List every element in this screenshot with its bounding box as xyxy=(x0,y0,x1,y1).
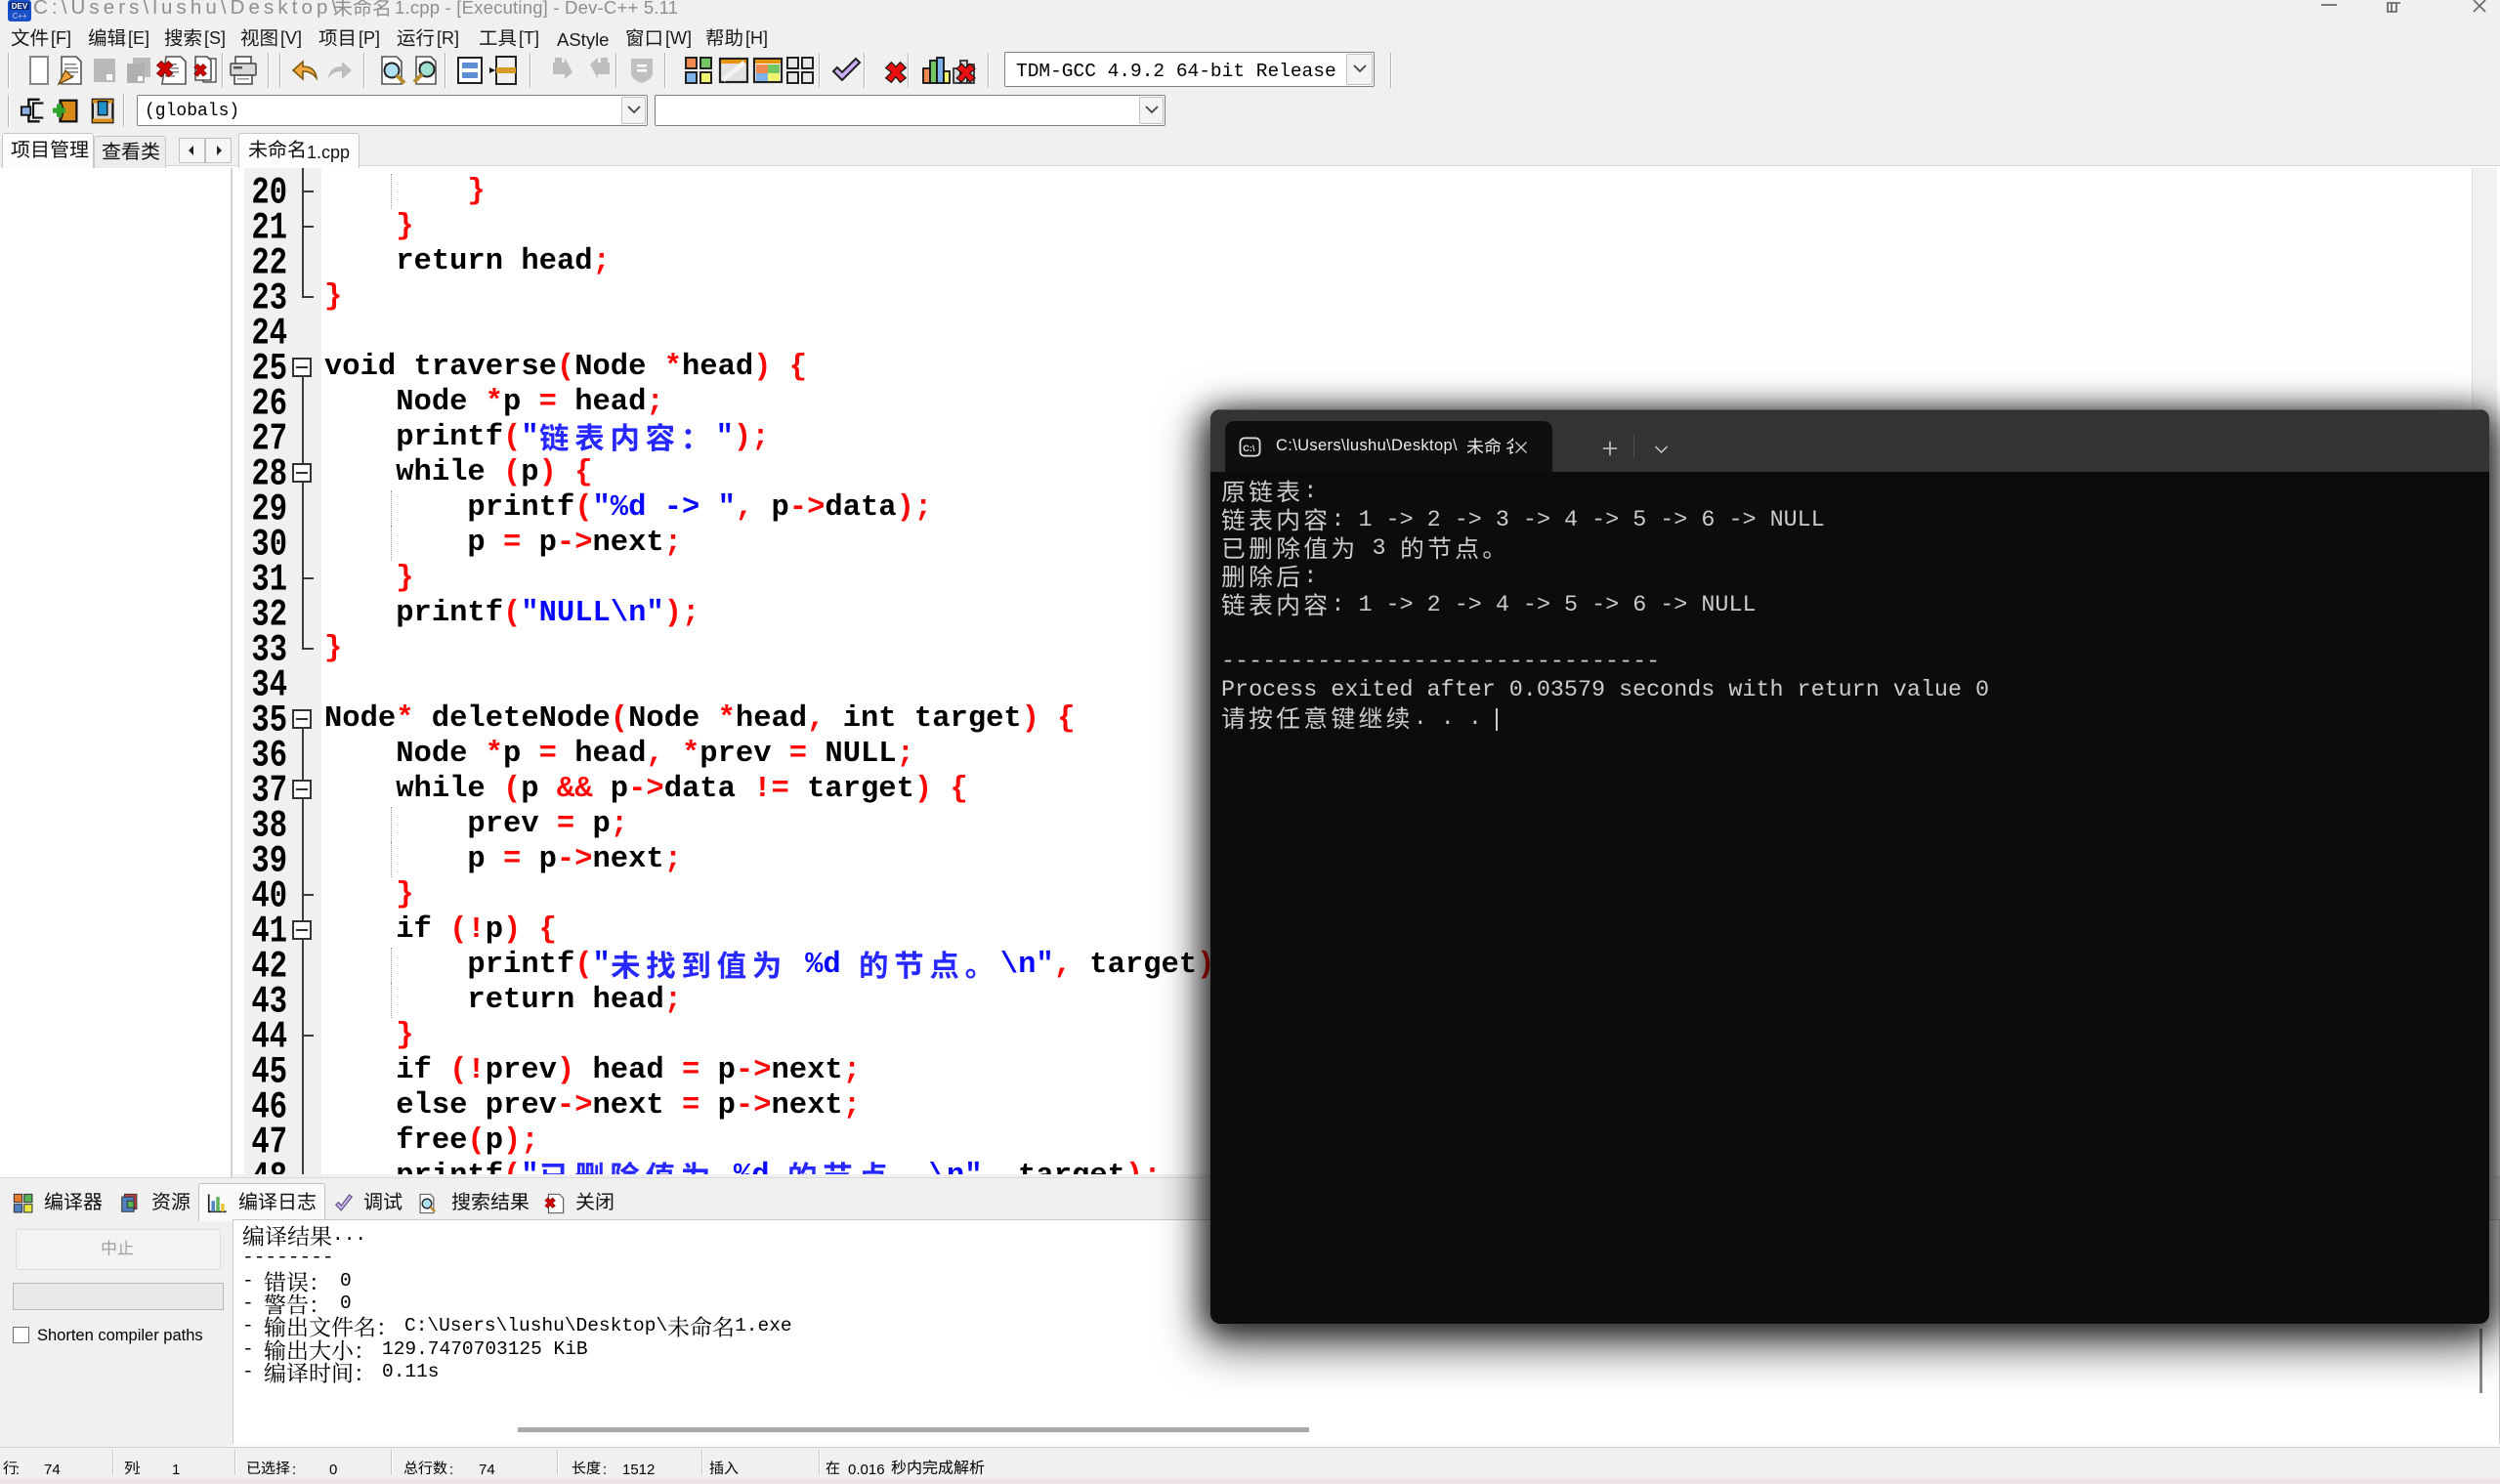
svg-text:DEV: DEV xyxy=(12,2,28,11)
svg-text:C++: C++ xyxy=(12,12,26,21)
svg-text:C:\: C:\ xyxy=(1243,444,1255,453)
